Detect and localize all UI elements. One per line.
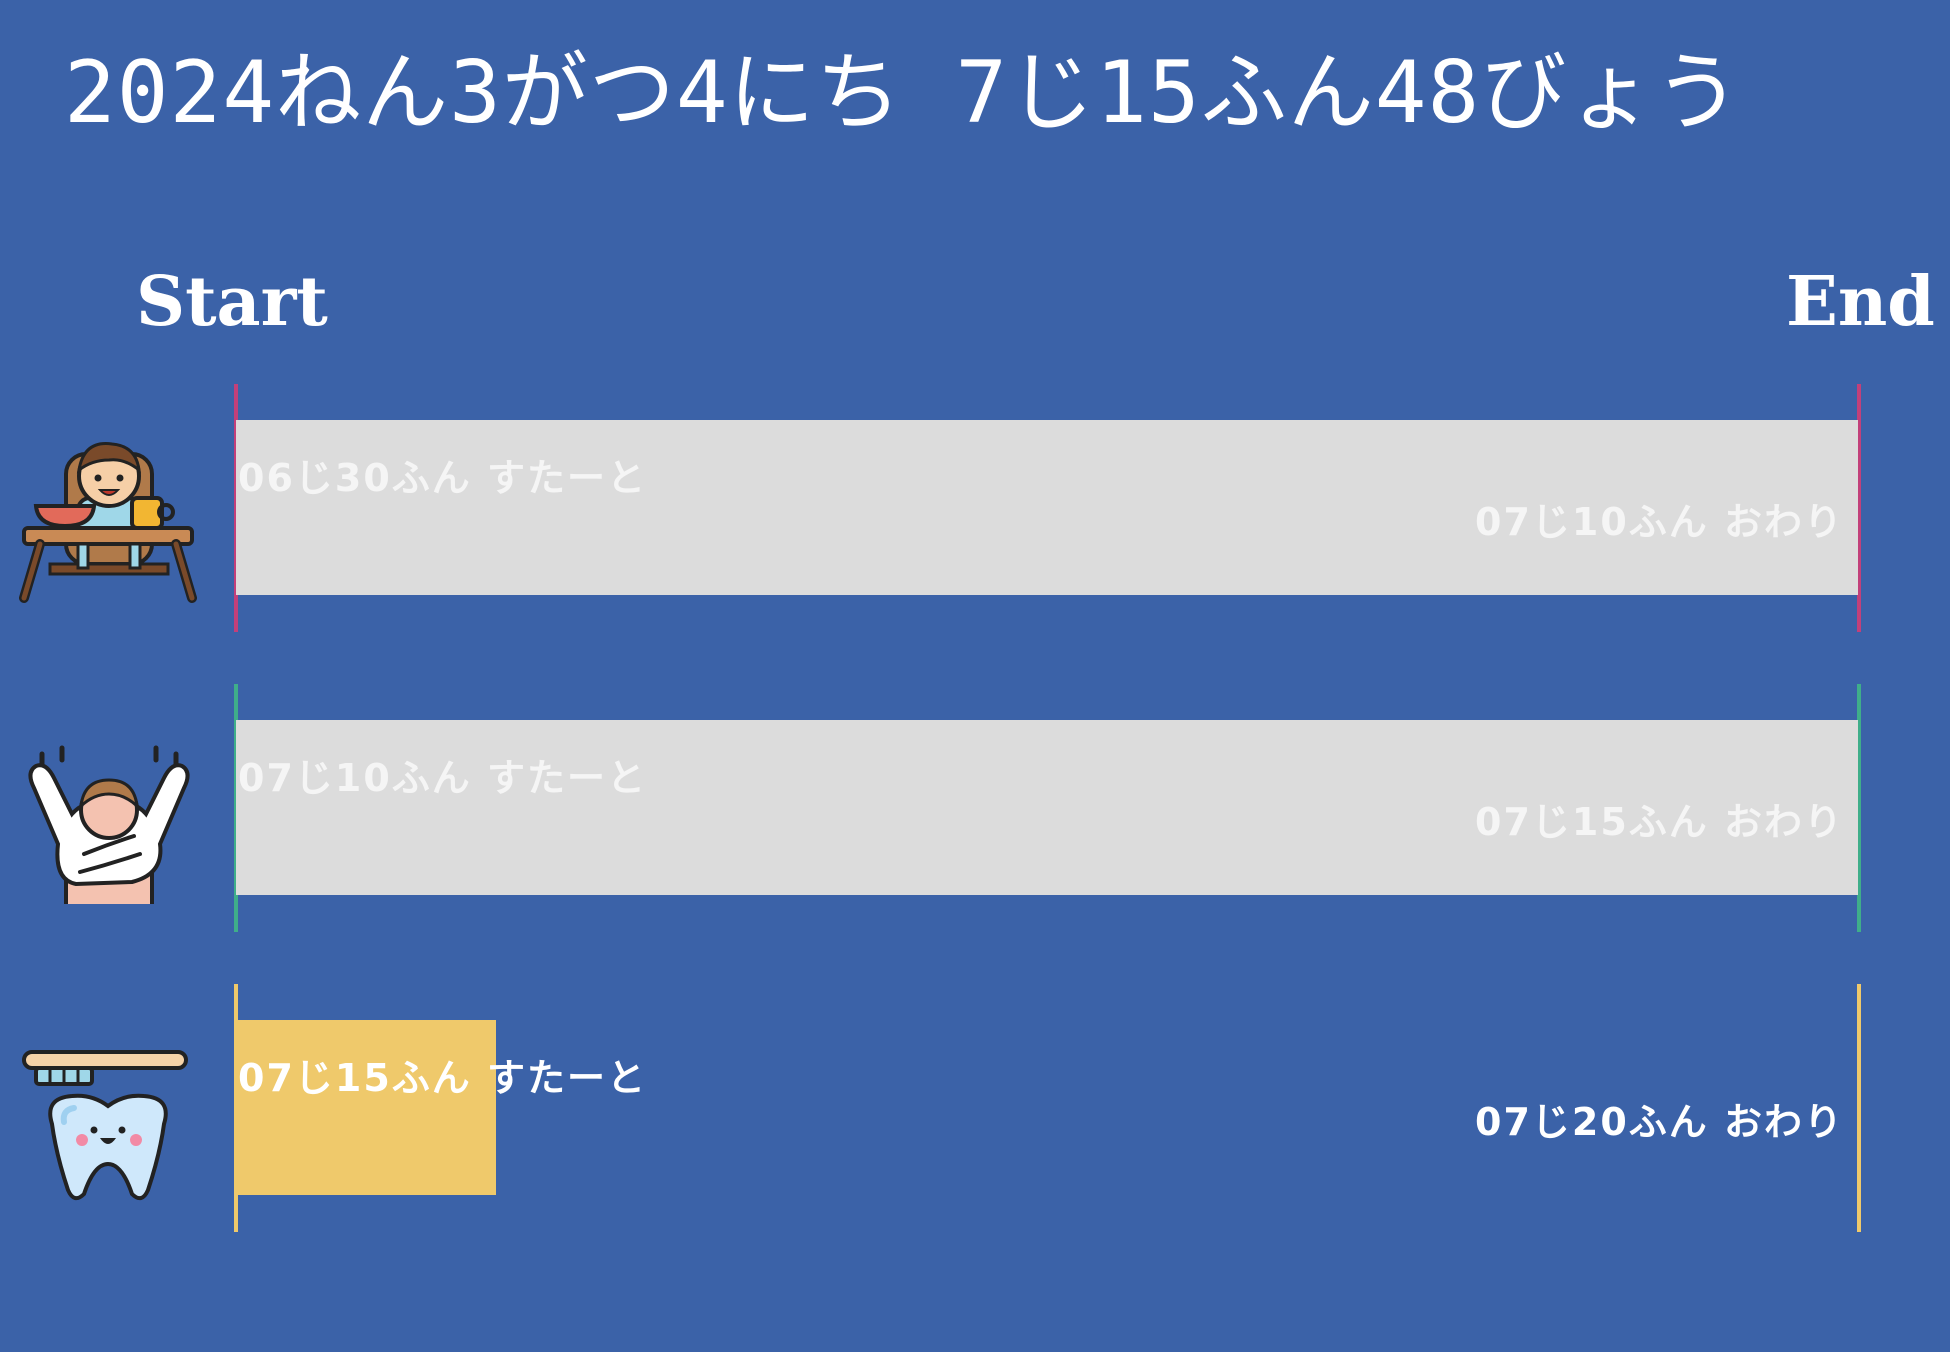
start-time-label: 07じ10ふん すたーと [238, 756, 647, 800]
end-label: End [1786, 262, 1935, 342]
end-time-label: 07じ15ふん おわり [1475, 800, 1844, 844]
start-time-label: 07じ15ふん すたーと [238, 1056, 647, 1100]
task-row-tooth-brushing[interactable]: 07じ15ふん すたーと 07じ20ふん おわり [0, 984, 1950, 1234]
baby-eating-icon [14, 414, 204, 604]
page-title: 2024ねん3がつ4にち 7じ15ふん48びょう [64, 43, 1742, 143]
start-label: Start [136, 262, 328, 342]
task-row-breakfast[interactable]: 06じ30ふん すたーと 07じ10ふん おわり [0, 384, 1950, 634]
child-changing-clothes-icon [14, 714, 204, 912]
tooth-brushing-icon [14, 1014, 204, 1204]
task-row-changing-clothes[interactable]: 07じ10ふん すたーと 07じ15ふん おわり [0, 684, 1950, 934]
start-time-label: 06じ30ふん すたーと [238, 456, 647, 500]
end-time-label: 07じ20ふん おわり [1475, 1100, 1844, 1144]
progress-fill [236, 1020, 496, 1195]
end-time-label: 07じ10ふん おわり [1475, 500, 1844, 544]
